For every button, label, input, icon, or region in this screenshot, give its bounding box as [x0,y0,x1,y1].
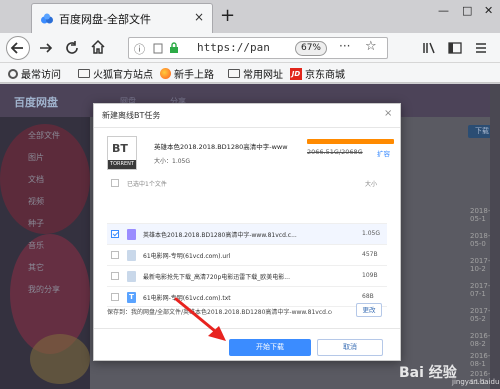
reload-icon[interactable] [64,40,80,56]
zoom-level[interactable]: 67% [295,41,327,56]
maximize-button[interactable]: □ [462,4,472,17]
file-checkbox[interactable] [111,293,119,301]
info-icon[interactable]: ⓘ [134,41,145,57]
save-path: 保存到：我的网盘/全部文件/英雄本色2018.2018.BD1280高清中字-w… [107,309,332,316]
sidebar-icon[interactable] [448,41,462,55]
gear-icon [8,68,18,79]
file-row[interactable]: 61电影网-专明(61vcd.com).url 457B [107,244,387,265]
url-text: https://pan [197,41,270,54]
minimize-button[interactable]: — [438,4,449,17]
change-path-button[interactable]: 更改 [356,303,382,317]
torrent-file-icon: BT TORRENT [107,136,137,170]
bookmark-common-sites[interactable]: 常用网址 [228,66,283,81]
sidebar-all-files: 全部文件 [28,131,60,140]
select-all-checkbox[interactable] [111,179,119,187]
page-scrollbar[interactable] [490,84,500,389]
video-file-icon [127,229,136,240]
bookmark-label: 常用网址 [243,70,283,81]
decoration [30,334,90,384]
firefox-icon [160,68,171,79]
cancel-button[interactable]: 取消 [317,339,383,356]
sidebar-my-shares: 我的分享 [28,285,60,294]
size-column-header: 大小 [365,181,378,188]
forward-arrow-icon[interactable] [38,40,54,56]
storage-usage-value: 2066.51G/2068G [307,148,363,156]
close-window-button[interactable]: ✕ [484,4,493,17]
expand-storage-link[interactable]: 扩容 [377,148,390,158]
bookmark-label: 火狐官方站点 [93,70,153,81]
file-size: 457B [362,251,378,258]
sidebar-videos: 视频 [28,197,44,206]
document-file-icon [127,250,136,261]
torrent-name: 英雄本色2018.2018.BD1280高清中字-www [154,143,288,151]
file-size: 68B [362,293,374,300]
file-name: 英雄本色2018.2018.BD1280高清中字-www.81vcd.c... [143,232,297,239]
bookmark-label: 最常访问 [21,70,61,81]
tab-close-icon[interactable]: × [194,10,204,24]
bookmark-getting-started[interactable]: 新手上路 [160,66,214,81]
folder-icon [228,69,240,78]
browser-tab[interactable]: 百度网盘-全部文件 × [31,3,213,33]
file-checkbox[interactable] [111,272,119,280]
browser-window: 百度网盘-全部文件 × + — □ ✕ ⓘ https://pan 67% ··… [0,0,500,389]
file-size: 1.05G [362,230,381,237]
start-download-button[interactable]: 开始下载 [229,339,311,356]
back-button[interactable] [6,36,30,60]
sidebar-docs: 文档 [28,175,44,184]
bookmark-star-icon[interactable]: ☆ [365,39,377,54]
dialog-title: 新建离线BT任务 [102,111,161,120]
file-name: 61电影网-专明(61vcd.com).txt [143,295,231,302]
jd-icon: JD [290,67,302,80]
page-icon [153,43,163,54]
bookmarks-toolbar: 最常访问 火狐官方站点 新手上路 常用网址 JD 京东商城 [0,63,500,83]
menu-icon[interactable] [474,41,488,55]
folder-icon [78,69,90,78]
watermark-url: jingyan.baidu.com [452,378,500,386]
tab-title: 百度网盘-全部文件 [59,13,151,26]
file-list-header: 已选中1个文件 大小 [107,177,387,191]
file-name: 61电影网-专明(61vcd.com).url [143,253,231,260]
bookmark-label: 新手上路 [174,70,214,81]
navigation-toolbar: ⓘ https://pan 67% ··· ☆ [0,33,500,63]
tab-bar: 百度网盘-全部文件 × + — □ ✕ [0,0,500,33]
baidu-jingyan-watermark: Bai 经验 [399,365,457,381]
file-row[interactable]: 英雄本色2018.2018.BD1280高清中字-www.81vcd.c... … [107,223,387,244]
url-bar[interactable]: ⓘ https://pan 67% ··· ☆ [128,37,388,59]
bookmark-firefox-sites[interactable]: 火狐官方站点 [78,66,153,81]
storage-usage-text: 2066.51G/2068G [307,148,363,156]
library-icon[interactable] [422,41,436,55]
sidebar-music: 音乐 [28,241,44,250]
torrent-label: TORRENT [108,160,136,169]
baidu-pan-logo: 百度网盘 [14,96,58,109]
bookmark-most-visited[interactable]: 最常访问 [8,66,61,81]
selected-count: 已选中1个文件 [127,181,167,188]
file-checkbox[interactable] [111,251,119,259]
dialog-divider [94,328,400,329]
file-name: 最新电影抢先下载_高清720p电影迅雷下载_欧美电影... [143,274,290,281]
lock-icon[interactable] [169,42,179,54]
bookmark-label: 京东商城 [305,70,345,81]
back-arrow-icon [10,42,23,54]
page-actions-icon[interactable]: ··· [339,39,350,53]
storage-usage-bar [307,139,394,144]
bookmark-jd[interactable]: JD 京东商城 [290,66,345,81]
bt-label: BT [112,142,128,155]
file-row[interactable]: T 61电影网-专明(61vcd.com).txt 68B [107,286,387,307]
new-tab-button[interactable]: + [220,5,235,26]
home-icon[interactable] [90,39,106,55]
sidebar-torrents: 种子 [28,219,44,228]
document-file-icon [127,271,136,282]
file-checkbox[interactable] [111,230,119,238]
new-bt-task-dialog: 新建离线BT任务 × BT TORRENT 英雄本色2018.2018.BD12… [93,103,401,361]
baidu-pan-icon [41,13,53,24]
dialog-close-icon[interactable]: × [384,108,392,119]
file-row[interactable]: 最新电影抢先下载_高清720p电影迅雷下载_欧美电影... 109B [107,265,387,286]
file-size: 109B [362,272,378,279]
sidebar-images: 图片 [28,153,44,162]
torrent-size: 大小：1.05G [154,158,191,165]
text-file-icon: T [127,292,136,303]
dialog-header: 新建离线BT任务 × [94,104,400,128]
sidebar-other: 其它 [28,263,44,272]
